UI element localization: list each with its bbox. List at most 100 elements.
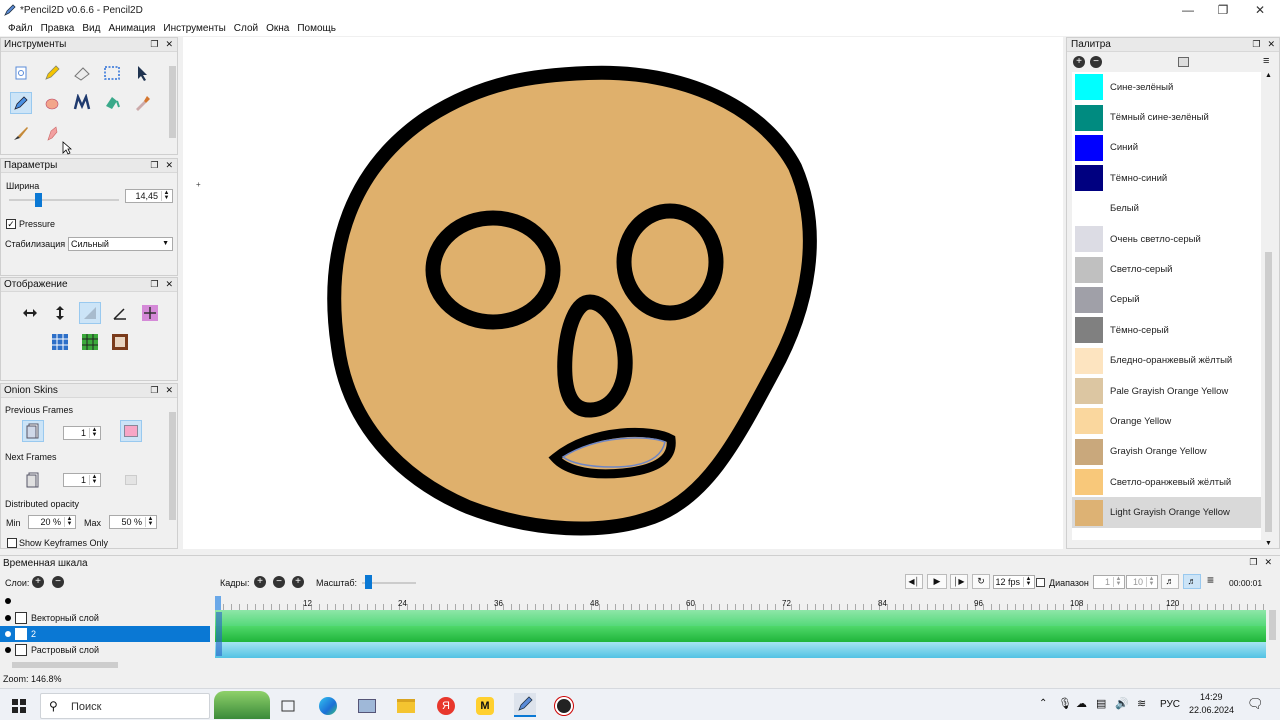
clock-time[interactable]: 14:29	[1200, 692, 1223, 702]
drawing-canvas[interactable]: +	[183, 37, 1063, 549]
track-hscrollbar[interactable]	[215, 660, 1266, 670]
sound-icon[interactable]: ♬	[1161, 574, 1179, 589]
file-explorer-icon[interactable]	[396, 696, 416, 716]
palette-swatch-row[interactable]: Светло-серый	[1072, 254, 1261, 284]
tray-overflow-icon[interactable]: ⌃	[1039, 698, 1047, 709]
close-icon[interactable]: ✕	[165, 279, 173, 290]
volume-icon[interactable]: 🔊	[1115, 697, 1129, 710]
layer-row-selected[interactable]: 2	[0, 626, 210, 642]
menu-view[interactable]: Вид	[82, 23, 100, 34]
layer-track[interactable]	[215, 610, 1266, 626]
menu-file[interactable]: Файл	[8, 23, 33, 34]
float-icon[interactable]: ❐	[1249, 557, 1257, 568]
float-icon[interactable]: ❐	[150, 39, 158, 50]
close-icon[interactable]: ✕	[1264, 557, 1272, 568]
add-layer-button[interactable]: +	[32, 576, 44, 588]
add-color-button[interactable]: +	[1073, 56, 1085, 68]
previous-onion-color-icon[interactable]	[120, 420, 142, 442]
width-slider[interactable]	[9, 199, 119, 201]
palette-swatch-row-selected[interactable]: Light Grayish Orange Yellow	[1072, 497, 1261, 528]
float-icon[interactable]: ❐	[150, 160, 158, 171]
close-icon[interactable]: ✕	[165, 39, 173, 50]
previous-onion-toggle-icon[interactable]	[22, 420, 44, 442]
stabilization-select[interactable]: Сильный ▼	[68, 237, 173, 251]
frame-ruler[interactable]	[215, 596, 1266, 610]
tools-scrollbar[interactable]	[167, 54, 177, 152]
notifications-icon[interactable]: 🗨	[1247, 696, 1264, 712]
next-onion-color-icon[interactable]	[120, 469, 142, 491]
onion-scrollbar[interactable]	[167, 400, 177, 548]
brush-tool-icon[interactable]	[10, 122, 32, 144]
track-vscrollbar[interactable]	[1268, 596, 1278, 658]
palette-swatch-row[interactable]: Сине-зелёный	[1072, 72, 1261, 102]
timeline-menu-icon[interactable]: ≡	[1207, 573, 1214, 587]
flip-vertical-icon[interactable]	[49, 302, 71, 324]
jump-start-button[interactable]: ◀│	[905, 574, 923, 589]
layer-track[interactable]	[215, 642, 1266, 658]
smudge-tool-icon[interactable]	[41, 122, 63, 144]
grid-green-icon[interactable]	[79, 331, 101, 353]
clear-tool-icon[interactable]	[10, 62, 32, 84]
obs-icon[interactable]	[554, 696, 574, 716]
close-icon[interactable]: ✕	[1267, 39, 1275, 50]
playhead[interactable]	[215, 596, 221, 610]
minimize-button[interactable]: —	[1170, 0, 1206, 20]
menu-animation[interactable]: Анимация	[108, 23, 155, 34]
fps-spinbox[interactable]: 12 fps ▲ ▼	[993, 575, 1035, 589]
play-button[interactable]: ▶	[927, 574, 947, 589]
keyframe-marker[interactable]	[216, 612, 222, 656]
pencil2d-taskbar-icon[interactable]	[514, 693, 536, 717]
remove-frame-button[interactable]: −	[273, 576, 285, 588]
palette-swatch-row[interactable]: Тёмно-серый	[1072, 315, 1261, 345]
pencil-tool-icon[interactable]	[41, 62, 63, 84]
flip-horizontal-icon[interactable]	[19, 302, 41, 324]
clock-date[interactable]: 22.06.2024	[1189, 705, 1234, 715]
task-view-icon[interactable]	[278, 696, 298, 716]
layer-visibility-icon[interactable]	[5, 631, 11, 637]
loop-button[interactable]: ↻	[972, 574, 990, 589]
remove-layer-button[interactable]: −	[52, 576, 64, 588]
edge-icon[interactable]	[318, 696, 338, 716]
palette-view-icon[interactable]	[1178, 57, 1189, 67]
language-indicator[interactable]: РУС	[1160, 699, 1180, 710]
move-tool-icon[interactable]	[131, 62, 153, 84]
hand-tool-icon[interactable]	[41, 92, 63, 114]
layer-visibility-icon[interactable]	[5, 615, 11, 621]
eraser-tool-icon[interactable]	[71, 62, 93, 84]
palette-swatch-row[interactable]: Тёмный сине-зелёный	[1072, 102, 1261, 132]
cloud-icon[interactable]: ☁	[1076, 697, 1087, 710]
miro-icon[interactable]: M	[475, 696, 495, 716]
width-slider-handle[interactable]	[35, 193, 42, 207]
photos-app-icon[interactable]	[357, 696, 377, 716]
taskbar-search-box[interactable]: ⚲ Поиск	[40, 693, 210, 719]
maximize-button[interactable]: ❐	[1205, 0, 1241, 20]
palette-swatch-row[interactable]: Pale Grayish Orange Yellow	[1072, 376, 1261, 406]
grid-blue-icon[interactable]	[49, 331, 71, 353]
range-end-spinbox[interactable]: 10 ▲ ▼	[1126, 575, 1158, 589]
remove-color-button[interactable]: −	[1090, 56, 1102, 68]
previous-frames-spinbox[interactable]: 1 ▲ ▼	[63, 426, 101, 440]
jump-end-button[interactable]: │▶	[950, 574, 968, 589]
palette-swatch-row[interactable]: Очень светло-серый	[1072, 224, 1261, 254]
windows-start-icon[interactable]	[9, 696, 29, 716]
yandex-browser-icon[interactable]: Я	[436, 696, 456, 716]
palette-swatch-row[interactable]: Синий	[1072, 133, 1261, 163]
close-icon[interactable]: ✕	[165, 160, 173, 171]
layer-track-selected[interactable]	[215, 626, 1266, 642]
menu-help[interactable]: Помощь	[297, 23, 336, 34]
microphone-icon[interactable]: 🎙	[1058, 697, 1072, 710]
menu-edit[interactable]: Правка	[41, 23, 75, 34]
palette-swatch-row[interactable]: Серый	[1072, 285, 1261, 315]
next-frames-spinbox[interactable]: 1 ▲ ▼	[63, 473, 101, 487]
range-checkbox[interactable]	[1036, 578, 1045, 587]
camera-frame-icon[interactable]	[109, 331, 131, 353]
width-spinbox[interactable]: 14,45 ▲ ▼	[125, 189, 173, 203]
pressure-checkbox[interactable]: ✓	[6, 219, 16, 229]
min-opacity-spinbox[interactable]: 20 % ▲ ▼	[28, 515, 76, 529]
close-icon[interactable]: ✕	[165, 385, 173, 396]
next-onion-toggle-icon[interactable]	[22, 469, 44, 491]
visibility-all-icon[interactable]	[5, 598, 11, 604]
select-tool-icon[interactable]	[101, 62, 123, 84]
layer-row[interactable]: Растровый слой	[0, 642, 210, 658]
palette-swatch-row[interactable]: Тёмно-синий	[1072, 163, 1261, 193]
